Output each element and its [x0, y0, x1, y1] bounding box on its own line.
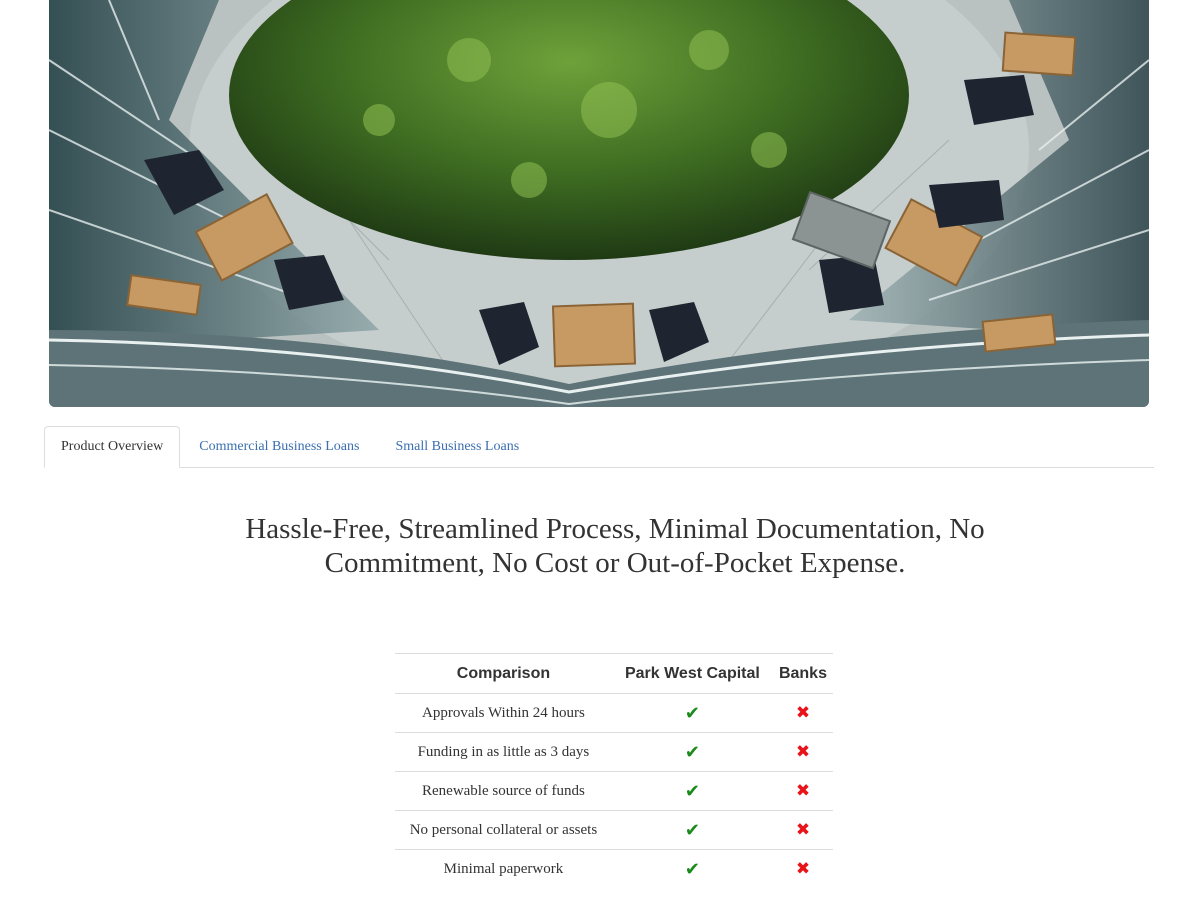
park-west-cell: ✔: [611, 810, 773, 850]
table-row: Funding in as little as 3 days ✔ ✖: [395, 732, 833, 772]
banks-cell: ✖: [772, 810, 833, 850]
product-tabs: Product Overview Commercial Business Loa…: [44, 426, 1154, 468]
table-row: Minimal paperwork ✔ ✖: [395, 850, 833, 889]
feature-label: Renewable source of funds: [395, 771, 612, 811]
tab-product-overview[interactable]: Product Overview: [44, 426, 181, 468]
header-banks: Banks: [772, 653, 833, 694]
banks-cell: ✖: [773, 850, 833, 889]
check-icon: ✔: [684, 741, 700, 763]
page: Product Overview Commercial Business Loa…: [0, 0, 1200, 900]
table-row: Renewable source of funds ✔ ✖: [395, 771, 833, 811]
table-row: Approvals Within 24 hours ✔ ✖: [395, 693, 833, 733]
cross-icon: ✖: [795, 820, 811, 840]
page-headline: Hassle-Free, Streamlined Process, Minima…: [245, 513, 985, 579]
cross-icon: ✖: [795, 742, 811, 762]
header-park-west-capital: Park West Capital: [611, 653, 773, 694]
banks-cell: ✖: [772, 732, 833, 772]
check-icon: ✔: [684, 780, 700, 802]
table-row: No personal collateral or assets ✔ ✖: [395, 810, 833, 850]
cross-icon: ✖: [795, 859, 811, 879]
check-icon: ✔: [684, 819, 700, 841]
cross-icon: ✖: [795, 781, 811, 801]
check-icon: ✔: [684, 702, 700, 724]
feature-label: Approvals Within 24 hours: [395, 693, 612, 733]
banks-cell: ✖: [772, 693, 833, 733]
park-west-cell: ✔: [611, 771, 773, 811]
park-west-cell: ✔: [611, 693, 773, 733]
check-icon: ✔: [684, 858, 700, 880]
tab-commercial-business-loans[interactable]: Commercial Business Loans: [182, 426, 376, 467]
feature-label: Minimal paperwork: [443, 860, 564, 877]
feature-label: No personal collateral or assets: [395, 810, 612, 850]
header-comparison: Comparison: [395, 653, 612, 694]
courtyard-illustration: [49, 0, 1149, 407]
park-west-cell: ✔: [612, 850, 773, 889]
comparison-table: Comparison Park West Capital Banks Appro…: [395, 653, 833, 888]
feature-label: Funding in as little as 3 days: [395, 732, 612, 772]
park-west-cell: ✔: [611, 732, 773, 772]
banks-cell: ✖: [772, 771, 833, 811]
cross-icon: ✖: [795, 703, 811, 723]
hero-image: [49, 0, 1149, 407]
comparison-header-row: Comparison Park West Capital Banks: [395, 653, 833, 694]
tab-small-business-loans[interactable]: Small Business Loans: [378, 426, 536, 467]
